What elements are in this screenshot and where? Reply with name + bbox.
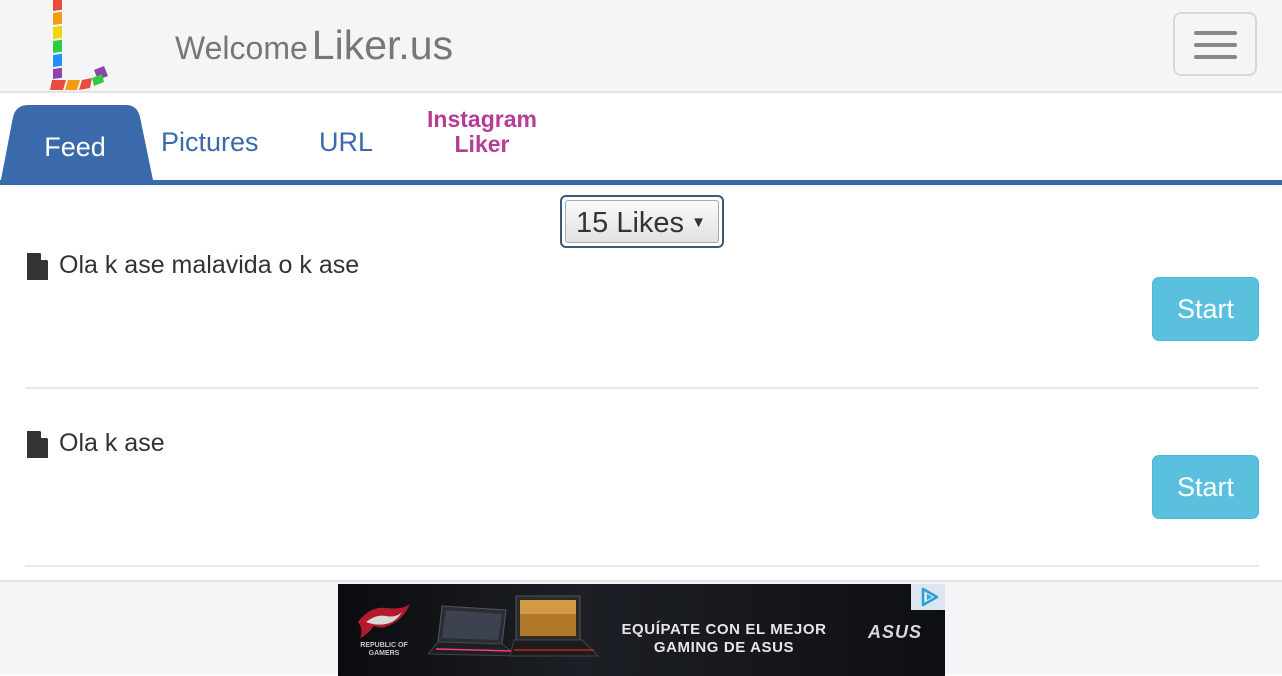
tab-pictures[interactable]: Pictures xyxy=(161,127,259,158)
rog-logo-icon xyxy=(358,604,410,638)
feed-post: Ola k ase Start xyxy=(25,429,1259,521)
post-text: Ola k ase xyxy=(59,429,165,457)
hamburger-icon-bar xyxy=(1194,55,1237,59)
laptop-image xyxy=(510,595,600,657)
tab-feed-label: Feed xyxy=(44,132,106,162)
likes-select-box: 15 Likes ▼ xyxy=(565,200,719,243)
start-button[interactable]: Start xyxy=(1152,455,1259,519)
tab-bar: Feed Pictures URL Instagram Liker xyxy=(0,95,1282,185)
welcome-label: Welcome xyxy=(175,30,308,66)
menu-toggle-button[interactable] xyxy=(1173,12,1257,76)
footer: REPUBLIC OF GAMERS EQUÍPATE CON EL MEJOR… xyxy=(0,580,1282,676)
ad-headline: EQUÍPATE CON EL MEJOR GAMING DE ASUS xyxy=(621,621,827,656)
start-button[interactable]: Start xyxy=(1152,277,1259,341)
likes-count-select[interactable]: 15 Likes ▼ xyxy=(560,195,724,248)
document-icon xyxy=(27,431,48,458)
liker-logo[interactable] xyxy=(46,0,110,92)
document-icon xyxy=(27,253,48,280)
post-divider xyxy=(25,387,1259,389)
asus-logo: ASUS xyxy=(868,622,923,642)
navbar: WelcomeLiker.us xyxy=(0,0,1282,93)
likes-select-value: 15 Likes xyxy=(576,207,685,239)
tab-url[interactable]: URL xyxy=(319,127,373,158)
post-text: Ola k ase malavida o k ase xyxy=(59,251,360,279)
welcome-heading: WelcomeLiker.us xyxy=(175,22,453,69)
tab-feed[interactable]: Feed xyxy=(0,103,156,185)
rog-label: REPUBLIC OF GAMERS xyxy=(360,642,408,657)
post-divider xyxy=(25,565,1259,567)
adchoices-icon-glyph xyxy=(921,587,939,607)
advertisement-banner[interactable]: REPUBLIC OF GAMERS EQUÍPATE CON EL MEJOR… xyxy=(338,584,945,676)
brand-name: Liker.us xyxy=(311,22,454,68)
laptop-image xyxy=(428,605,520,657)
dropdown-arrow-icon: ▼ xyxy=(691,214,706,231)
hamburger-icon-bar xyxy=(1194,43,1237,47)
hamburger-icon xyxy=(1194,31,1237,35)
feed-post: Ola k ase malavida o k ase Start xyxy=(25,251,1259,343)
adchoices-icon[interactable] xyxy=(911,584,945,610)
tab-instagram-liker[interactable]: Instagram Liker xyxy=(414,107,550,157)
